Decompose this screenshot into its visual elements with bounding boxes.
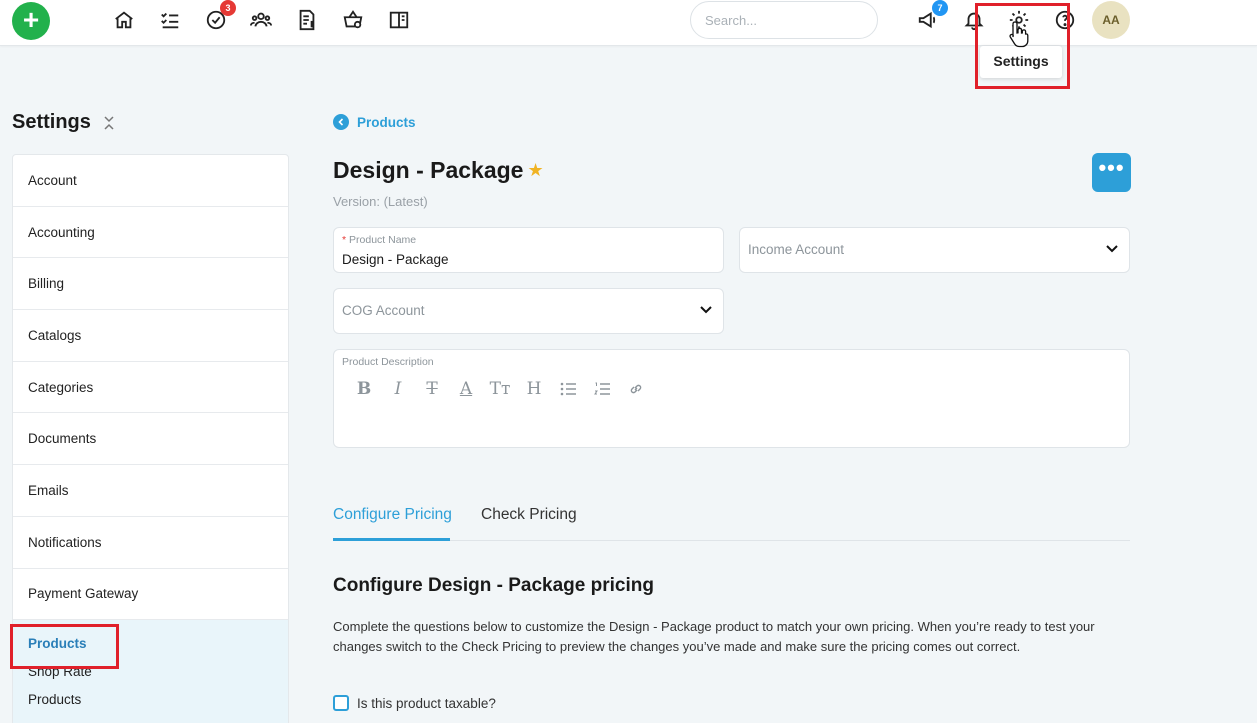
required-asterisk: * (342, 234, 347, 246)
heading-button[interactable]: H (517, 378, 551, 400)
sidebar-item-notifications[interactable]: Notifications (13, 517, 288, 569)
section-description: Complete the questions below to customiz… (333, 619, 1095, 654)
cog-account-select[interactable]: COG Account (333, 288, 724, 334)
tab-configure-pricing[interactable]: Configure Pricing (333, 506, 452, 524)
megaphone-icon[interactable]: 7 (916, 0, 948, 32)
section-title: Configure Design - Package pricing (333, 575, 654, 596)
products-highlight-box (10, 624, 119, 669)
check-circle-icon[interactable]: 3 (204, 0, 236, 32)
taxable-label: Is this product taxable? (357, 695, 496, 711)
book-icon[interactable] (387, 8, 411, 32)
taxable-checkbox[interactable] (333, 695, 349, 711)
search-input[interactable] (690, 1, 878, 39)
income-account-placeholder: Income Account (748, 242, 845, 257)
tasks-badge: 3 (220, 0, 236, 16)
user-avatar[interactable]: AA (1092, 1, 1130, 39)
bullet-list-icon[interactable] (551, 378, 585, 400)
sidebar-item-payment-gateway[interactable]: Payment Gateway (13, 569, 288, 621)
announcements-badge: 7 (932, 0, 948, 16)
sidebar-title: Settings (12, 111, 91, 133)
more-options-button[interactable]: ••• (1092, 153, 1131, 192)
product-description-label: Product Description (342, 356, 434, 368)
invoice-icon[interactable] (295, 8, 319, 32)
home-icon[interactable] (112, 8, 136, 32)
cog-account-placeholder: COG Account (342, 303, 425, 318)
sidebar-item-accounting[interactable]: Accounting (13, 207, 288, 259)
numbered-list-icon[interactable] (585, 378, 619, 400)
breadcrumb-label: Products (357, 114, 416, 130)
product-name-label: * Product Name (342, 234, 416, 246)
chevron-down-icon (1106, 245, 1118, 253)
sidebar-subitem-products[interactable]: Products (13, 686, 288, 714)
pricing-tabs: Configure Pricing Check Pricing (333, 498, 1130, 541)
sidebar-item-emails[interactable]: Emails (13, 465, 288, 517)
task-list-icon[interactable] (158, 8, 182, 32)
breadcrumb[interactable]: Products (333, 114, 416, 130)
version-label: Version: (Latest) (333, 194, 428, 209)
rich-text-toolbar: B I T A Tт H (347, 378, 653, 400)
add-button[interactable]: + (12, 2, 50, 40)
sidebar-item-documents[interactable]: Documents (13, 413, 288, 466)
sidebar-item-catalogs[interactable]: Catalogs (13, 310, 288, 362)
product-name-value: Design - Package (342, 252, 449, 267)
sidebar-item-categories[interactable]: Categories (13, 362, 288, 414)
basket-icon[interactable] (341, 8, 365, 32)
product-title: Design - Package (333, 157, 524, 183)
collapse-icon[interactable] (103, 114, 115, 132)
page-title: Design - Package ★ (333, 157, 544, 184)
strikethrough-button[interactable]: T (415, 378, 449, 400)
active-tab-indicator (333, 538, 450, 541)
italic-button[interactable]: I (381, 378, 415, 400)
income-account-select[interactable]: Income Account (739, 227, 1130, 273)
product-name-field[interactable]: * Product Name Design - Package (333, 227, 724, 273)
font-size-button[interactable]: Tт (483, 378, 517, 400)
sidebar-item-account[interactable]: Account (13, 155, 288, 207)
star-icon[interactable]: ★ (527, 160, 543, 181)
sidebar-item-billing[interactable]: Billing (13, 258, 288, 311)
link-icon[interactable] (619, 378, 653, 400)
chevron-down-icon (700, 306, 712, 314)
bold-button[interactable]: B (347, 378, 381, 400)
text-color-button[interactable]: A (449, 378, 483, 400)
product-name-label-text: Product Name (349, 234, 417, 246)
tab-check-pricing[interactable]: Check Pricing (481, 506, 577, 524)
taxable-checkbox-row[interactable]: Is this product taxable? (333, 695, 496, 711)
team-icon[interactable] (249, 8, 273, 32)
back-arrow-icon (333, 114, 349, 130)
hand-cursor-icon (1009, 21, 1029, 48)
